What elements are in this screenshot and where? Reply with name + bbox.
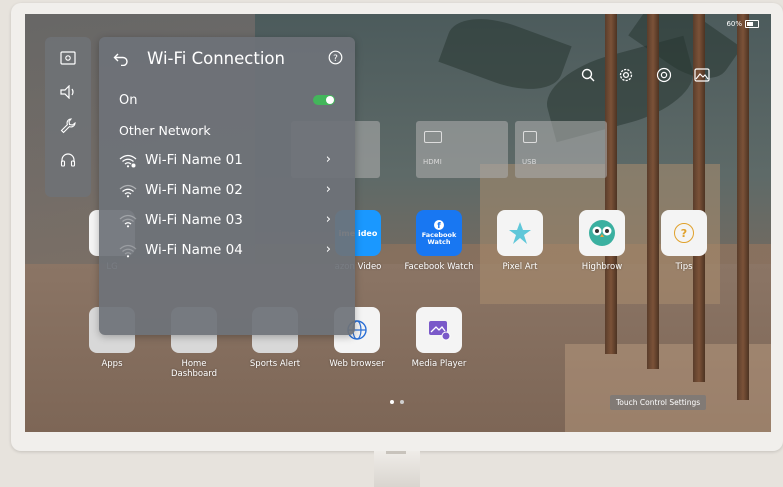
help-icon[interactable]: ? [328,50,343,69]
app-tile-text: Facebook Watch [421,231,457,246]
pixel-art-logo [497,210,543,256]
wifi-toggle-row[interactable]: On [119,93,335,108]
app-highbrow[interactable]: Highbrow [566,210,638,272]
svg-text:?: ? [333,54,338,64]
wifi-connection-panel: Wi-Fi Connection ? On Other Network Wi-F… [99,37,355,335]
wifi-network-name: Wi-Fi Name 01 [145,152,243,168]
settings-icon[interactable] [617,66,635,84]
top-icon-bar [579,66,711,84]
wifi-network-item[interactable]: Wi-Fi Name 02 › [119,182,331,202]
app-label: Facebook Watch [404,262,474,272]
wifi-signal-icon [119,244,137,262]
chevron-right-icon: › [325,242,331,257]
background-pole [737,14,749,400]
wifi-network-item[interactable]: Wi-Fi Name 03 › [119,212,331,232]
other-network-heading: Other Network [119,123,211,138]
hdmi-icon [424,131,442,143]
headset-icon[interactable] [57,149,79,171]
wifi-signal-icon [119,214,137,232]
app-label: Pixel Art [502,262,538,272]
back-icon[interactable] [113,51,129,70]
highbrow-owl-icon [579,210,625,256]
app-label: Tips [675,262,693,272]
battery-status: 60% [726,20,759,28]
background-pole [605,14,617,354]
settings-side-rail [45,37,91,197]
wifi-network-item[interactable]: Wi-Fi Name 04 › [119,242,331,262]
wifi-signal-secured-icon [119,154,137,172]
touch-control-settings-button[interactable]: Touch Control Settings [610,395,707,410]
screen: 60% HDMI USB LG ime ideo azon Video [25,14,771,432]
app-pixel-art[interactable]: Pixel Art [484,210,556,272]
input-card-hdmi[interactable]: HDMI [416,121,508,178]
app-label: Home Dashboard [170,359,218,379]
app-tips[interactable]: ? Tips [648,210,720,272]
chevron-right-icon: › [325,152,331,167]
facebook-icon: f [434,220,444,230]
input-card-usb[interactable]: USB [515,121,607,178]
panel-title: Wi-Fi Connection [147,49,285,68]
app-facebook-watch[interactable]: f Facebook Watch Facebook Watch [403,210,475,272]
chevron-right-icon: › [325,212,331,227]
battery-icon [745,20,759,28]
media-player-icon [416,307,462,353]
panel-header: Wi-Fi Connection ? [113,49,343,73]
page-dot[interactable] [400,400,404,404]
wifi-network-name: Wi-Fi Name 02 [145,182,243,198]
gallery-icon[interactable] [693,66,711,84]
tips-question-mark: ? [674,223,694,243]
sound-icon[interactable] [57,81,79,103]
wifi-toggle-switch[interactable] [313,95,335,105]
tips-icon: ? [661,210,707,256]
usb-icon [523,131,537,143]
picture-icon[interactable] [57,47,79,69]
search-icon[interactable] [579,66,597,84]
page-dot-active[interactable] [390,400,394,404]
app-label: Apps [101,359,123,369]
facebook-watch-logo: f Facebook Watch [416,210,462,256]
input-label: USB [522,158,537,166]
input-label: HDMI [423,158,442,166]
app-label: Highbrow [581,262,623,272]
stand-joint [386,451,406,454]
wrench-icon[interactable] [57,115,79,137]
account-icon[interactable] [655,66,673,84]
app-label: Web browser [329,359,385,369]
monitor-stand [374,451,420,487]
chevron-right-icon: › [325,182,331,197]
battery-percent: 60% [726,20,742,28]
page-indicator [390,400,404,404]
wifi-network-item[interactable]: Wi-Fi Name 01 › [119,152,331,172]
app-label: Sports Alert [249,359,301,369]
wifi-signal-icon [119,184,137,202]
wifi-network-name: Wi-Fi Name 03 [145,212,243,228]
app-media-player[interactable]: Media Player [403,307,475,369]
wifi-network-name: Wi-Fi Name 04 [145,242,243,258]
wifi-on-label: On [119,93,138,108]
app-label: Media Player [411,359,467,369]
